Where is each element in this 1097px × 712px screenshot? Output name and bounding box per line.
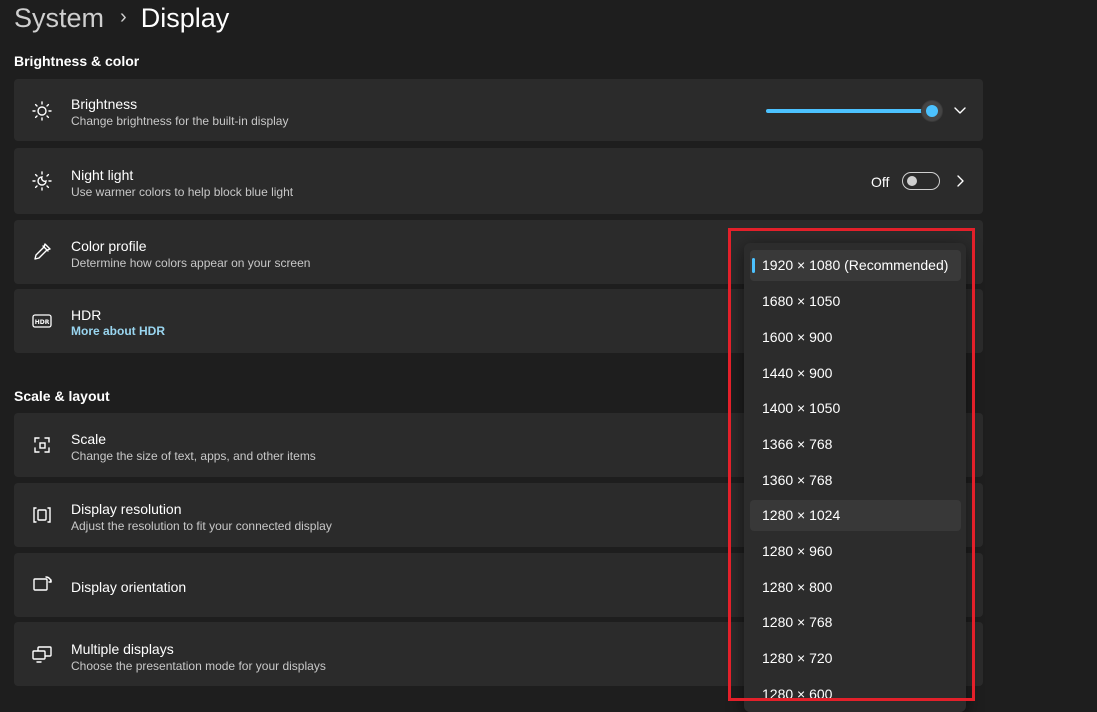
brightness-subtitle: Change brightness for the built-in displ… (71, 114, 289, 128)
hdr-title: HDR (71, 307, 102, 323)
chevron-right-icon[interactable] (952, 173, 968, 189)
brightness-title: Brightness (71, 96, 138, 112)
night-light-state: Off (871, 174, 890, 190)
highlight-box (728, 228, 975, 701)
night-light-title: Night light (71, 167, 134, 183)
resolution-title: Display resolution (71, 501, 182, 517)
night-light-icon (31, 170, 53, 192)
sun-icon (31, 100, 53, 122)
multiple-displays-subtitle: Choose the presentation mode for your di… (71, 659, 326, 673)
brightness-card[interactable]: Brightness Change brightness for the bui… (14, 79, 983, 141)
breadcrumb-separator: › (120, 5, 127, 28)
breadcrumb: System › Display (14, 0, 229, 36)
multiple-displays-title: Multiple displays (71, 641, 174, 657)
breadcrumb-system[interactable]: System (14, 3, 104, 34)
resolution-subtitle: Adjust the resolution to fit your connec… (71, 519, 332, 533)
orientation-title: Display orientation (71, 579, 187, 595)
section-brightness-color: Brightness & color (14, 53, 140, 69)
hdr-link[interactable]: More about HDR (71, 324, 165, 338)
night-light-subtitle: Use warmer colors to help block blue lig… (71, 185, 294, 199)
eyedropper-icon (31, 241, 53, 263)
orientation-icon (31, 574, 53, 596)
color-profile-subtitle: Determine how colors appear on your scre… (71, 256, 311, 270)
hdr-icon: HDR (31, 310, 53, 332)
multiple-displays-icon (31, 643, 53, 665)
chevron-down-icon[interactable] (952, 102, 968, 118)
scale-subtitle: Change the size of text, apps, and other… (71, 449, 316, 463)
brightness-slider[interactable] (766, 101, 942, 121)
section-scale-layout: Scale & layout (14, 388, 110, 404)
resolution-icon (31, 504, 53, 526)
slider-thumb[interactable] (922, 101, 942, 121)
scale-title: Scale (71, 431, 107, 447)
color-profile-title: Color profile (71, 238, 147, 254)
svg-text:HDR: HDR (35, 319, 50, 326)
settings-page: System › Display Brightness & color Brig… (0, 0, 1097, 712)
night-light-toggle[interactable] (902, 172, 940, 190)
night-light-card[interactable]: Night light Use warmer colors to help bl… (14, 148, 983, 214)
scale-icon (31, 434, 53, 456)
page-title: Display (140, 2, 230, 33)
slider-track (766, 109, 936, 113)
